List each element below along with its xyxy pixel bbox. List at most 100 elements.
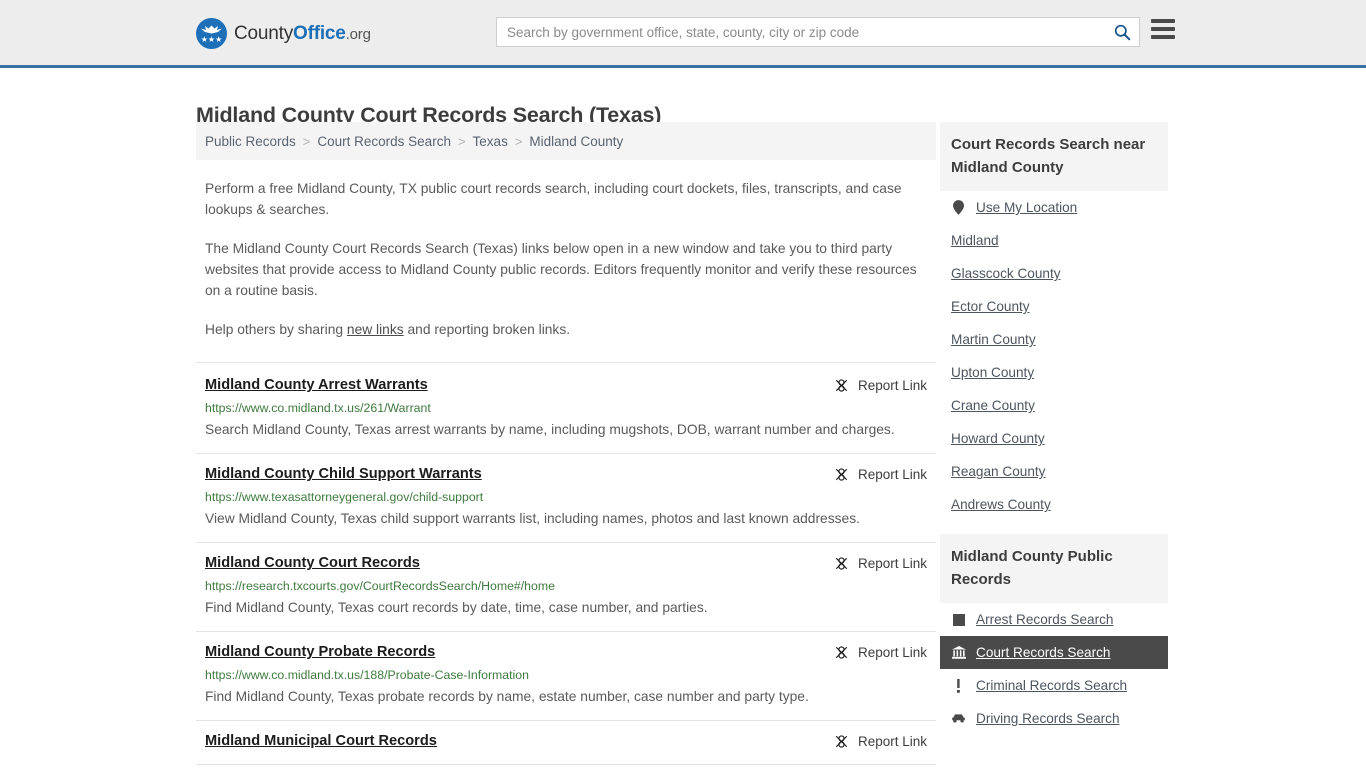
breadcrumb-separator: > (457, 133, 466, 149)
intro-text: Perform a free Midland County, TX public… (196, 178, 936, 340)
results-list: Midland County Arrest Warrants Report Li… (196, 362, 936, 765)
sidebar-item-martin-county[interactable]: Martin County (940, 323, 1168, 356)
sidebar-item-andrews-county[interactable]: Andrews County (940, 488, 1168, 521)
result-item: Midland County Arrest Warrants Report Li… (196, 362, 936, 454)
sidebar-nearby-link[interactable]: Ector County (951, 299, 1030, 314)
intro-paragraph-1: Perform a free Midland County, TX public… (205, 181, 902, 217)
eagle-seal-icon: ★★★ (196, 18, 227, 49)
sidebar-item-driving-records-search[interactable]: Driving Records Search (940, 702, 1168, 735)
logo-county-text: County (234, 22, 294, 44)
result-header: Midland County Child Support Warrants Re… (205, 465, 927, 484)
result-url: https://www.co.midland.tx.us/188/Probate… (205, 668, 529, 682)
result-header: Midland County Arrest Warrants Report Li… (205, 376, 927, 395)
result-item: Midland County Court Records Report Link… (196, 543, 936, 632)
report-link-label: Report Link (857, 467, 927, 482)
result-description: Find Midland County, Texas probate recor… (205, 689, 809, 704)
report-link-button[interactable]: Report Link (822, 732, 927, 751)
result-url: https://research.txcourts.gov/CourtRecor… (205, 579, 555, 593)
sidebar-nearby-link[interactable]: Crane County (951, 398, 1035, 413)
result-description: Find Midland County, Texas court records… (205, 600, 708, 615)
sidebar-item-criminal-records-search[interactable]: Criminal Records Search (940, 669, 1168, 702)
breadcrumb-item-1[interactable]: Court Records Search (317, 134, 451, 149)
sidebar-nearby-heading: Court Records Search near Midland County (940, 122, 1168, 191)
result-item: Midland Municipal Court Records Report L… (196, 721, 936, 765)
breadcrumb-item-2[interactable]: Texas (473, 134, 508, 149)
search-button[interactable] (1105, 18, 1139, 46)
sidebar-nearby-link[interactable]: Martin County (951, 332, 1036, 347)
result-title-link[interactable]: Midland Municipal Court Records (205, 732, 437, 751)
result-header: Midland Municipal Court Records Report L… (205, 732, 927, 751)
hamburger-menu-icon[interactable] (1151, 19, 1175, 39)
sidebar-records-link[interactable]: Arrest Records Search (976, 612, 1114, 627)
sidebar-item-crane-county[interactable]: Crane County (940, 389, 1168, 422)
sidebar-item-glasscock-county[interactable]: Glasscock County (940, 257, 1168, 290)
search-icon (1114, 24, 1130, 40)
result-description: Search Midland County, Texas arrest warr… (205, 422, 895, 437)
sidebar-records-link[interactable]: Driving Records Search (976, 711, 1120, 726)
broken-link-icon (835, 735, 848, 748)
result-title-link[interactable]: Midland County Arrest Warrants (205, 376, 428, 395)
breadcrumb-separator: > (514, 133, 523, 149)
report-link-button[interactable]: Report Link (822, 376, 927, 395)
hamburger-bar-2 (1151, 27, 1175, 31)
stars-icon: ★★★ (200, 35, 223, 44)
sidebar-item-arrest-records-search[interactable]: Arrest Records Search (940, 603, 1168, 636)
map-pin-icon (951, 200, 966, 215)
sidebar-nearby-box: Court Records Search near Midland County… (940, 122, 1168, 521)
sidebar-item-court-records-search[interactable]: Court Records Search (940, 636, 1168, 669)
sidebar-item-reagan-county[interactable]: Reagan County (940, 455, 1168, 488)
result-url: https://www.co.midland.tx.us/261/Warrant (205, 401, 431, 415)
main-content: Public Records > Court Records Search > … (196, 122, 936, 765)
sidebar-item-ector-county[interactable]: Ector County (940, 290, 1168, 323)
sidebar-nearby-link[interactable]: Glasscock County (951, 266, 1061, 281)
intro-p3-pre: Help others by sharing (205, 322, 347, 337)
result-title-link[interactable]: Midland County Court Records (205, 554, 420, 573)
report-link-button[interactable]: Report Link (822, 643, 927, 662)
result-url: https://www.texasattorneygeneral.gov/chi… (205, 490, 484, 504)
site-logo[interactable]: ★★★ CountyOffice.org (196, 18, 371, 49)
search-input[interactable] (497, 18, 1105, 46)
sidebar-nearby-list: Use My Location Midland Glasscock County… (940, 191, 1168, 521)
sidebar-item-use-my-location[interactable]: Use My Location (940, 191, 1168, 224)
result-header: Midland County Court Records Report Link (205, 554, 927, 573)
report-link-label: Report Link (857, 378, 927, 393)
breadcrumb-item-0[interactable]: Public Records (205, 134, 296, 149)
search-bar[interactable] (496, 17, 1140, 47)
sidebar-nearby-link[interactable]: Andrews County (951, 497, 1051, 512)
sidebar-nearby-link[interactable]: Howard County (951, 431, 1045, 446)
broken-link-icon (835, 379, 848, 392)
courthouse-icon (951, 645, 966, 660)
result-item: Midland County Probate Records Report Li… (196, 632, 936, 721)
sidebar-nearby-link[interactable]: Reagan County (951, 464, 1045, 479)
breadcrumb: Public Records > Court Records Search > … (196, 122, 936, 160)
car-icon (951, 711, 966, 726)
breadcrumb-separator: > (302, 133, 311, 149)
result-description: View Midland County, Texas child support… (205, 511, 860, 526)
sidebar-item-upton-county[interactable]: Upton County (940, 356, 1168, 389)
result-item: Midland County Child Support Warrants Re… (196, 454, 936, 543)
new-links-link[interactable]: new links (347, 322, 404, 337)
sidebar-public-records-heading: Midland County Public Records (940, 534, 1168, 603)
sidebar-records-link[interactable]: Court Records Search (976, 645, 1110, 660)
report-link-button[interactable]: Report Link (822, 465, 927, 484)
sidebar-records-link[interactable]: Criminal Records Search (976, 678, 1127, 693)
sidebar-nearby-link[interactable]: Midland (951, 233, 999, 248)
site-header: ★★★ CountyOffice.org (0, 0, 1366, 68)
intro-paragraph-2: The Midland County Court Records Search … (205, 241, 917, 298)
sidebar-nearby-link[interactable]: Use My Location (976, 200, 1077, 215)
sidebar-item-howard-county[interactable]: Howard County (940, 422, 1168, 455)
report-link-button[interactable]: Report Link (822, 554, 927, 573)
result-title-link[interactable]: Midland County Probate Records (205, 643, 435, 662)
sidebar: Court Records Search near Midland County… (940, 122, 1168, 735)
sidebar-public-records-box: Midland County Public Records Arrest Rec… (940, 534, 1168, 735)
breadcrumb-item-current: Midland County (529, 133, 624, 149)
sidebar-item-midland[interactable]: Midland (940, 224, 1168, 257)
hamburger-bar-1 (1151, 19, 1175, 23)
document-square-icon (951, 612, 966, 627)
sidebar-nearby-link[interactable]: Upton County (951, 365, 1034, 380)
report-link-label: Report Link (857, 734, 927, 749)
report-link-label: Report Link (857, 645, 927, 660)
result-title-link[interactable]: Midland County Child Support Warrants (205, 465, 482, 484)
logo-wordmark: CountyOffice.org (234, 23, 371, 45)
